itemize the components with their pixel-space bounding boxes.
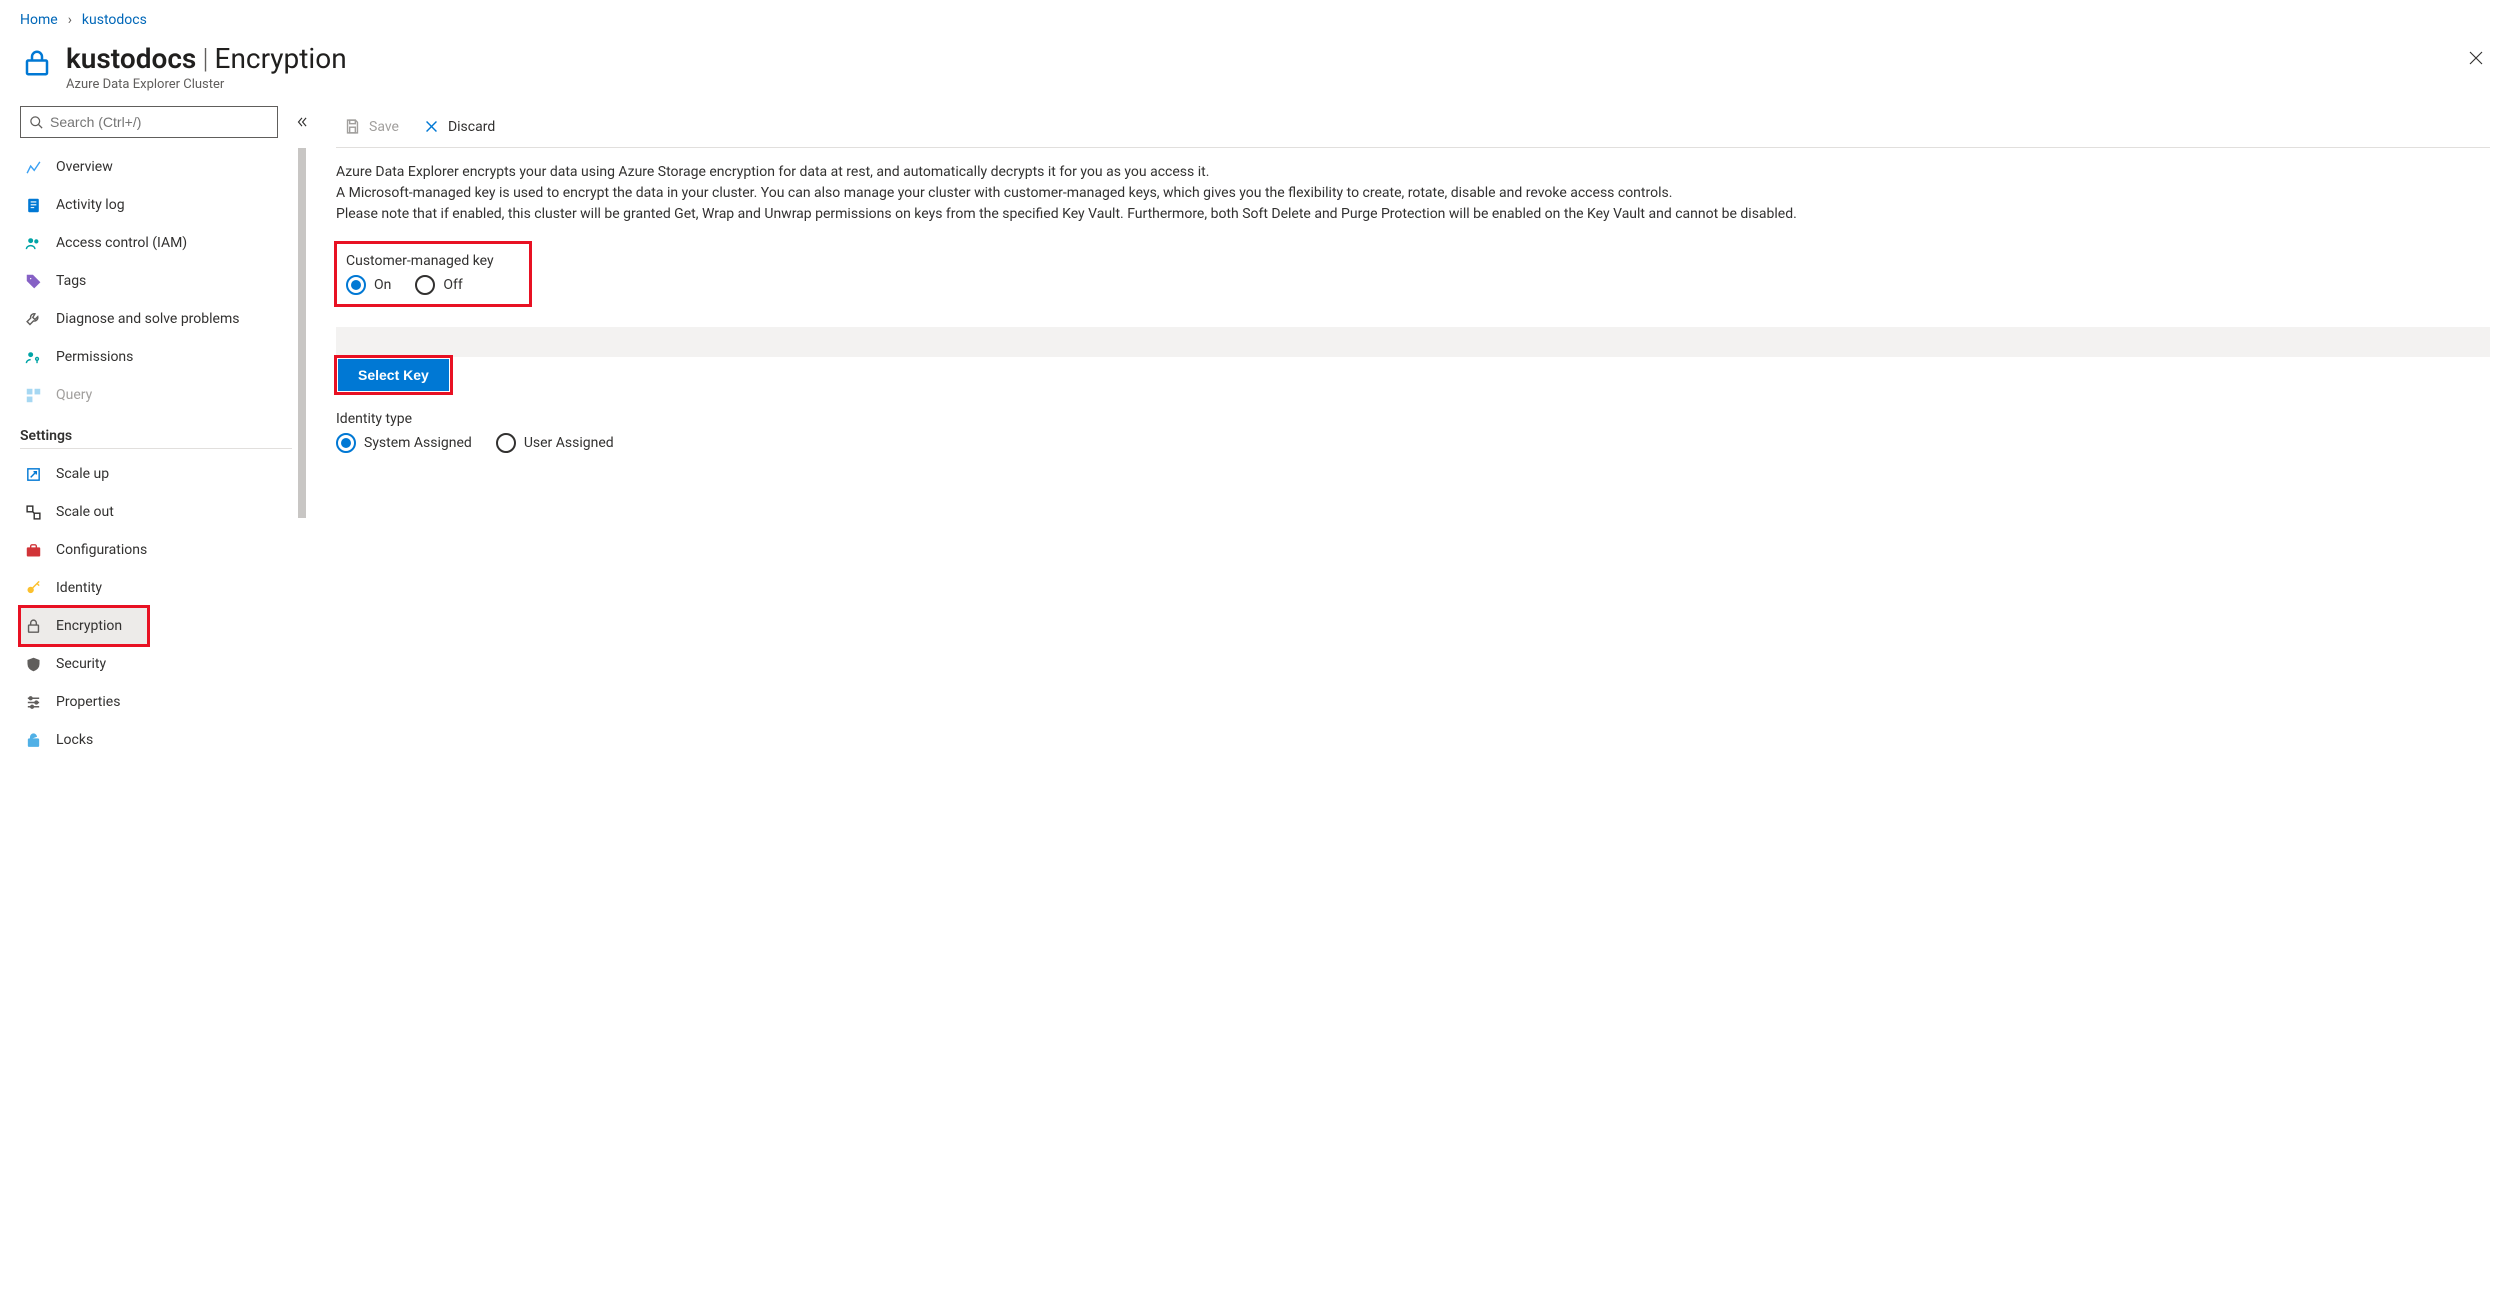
lock-open-icon [24,731,42,749]
sidebar-item-identity[interactable]: Identity [20,569,312,607]
radio-icon [415,275,435,295]
radio-label: Off [443,277,462,293]
description-line: Please note that if enabled, this cluste… [336,204,2490,225]
lock-icon [20,46,54,80]
wrench-icon [24,310,42,328]
sidebar-item-locks[interactable]: Locks [20,721,312,759]
description-line: A Microsoft-managed key is used to encry… [336,183,2490,204]
radio-icon [336,433,356,453]
sidebar-item-label: Security [56,656,106,672]
page-title-section: Encryption [215,42,347,75]
sidebar-item-label: Configurations [56,542,147,558]
search-input[interactable] [50,114,269,130]
cmk-toggle-group: Customer-managed key On Off [336,243,530,305]
scale-out-icon [24,503,42,521]
sidebar-item-overview[interactable]: Overview [20,148,312,186]
sidebar-item-query[interactable]: Query [20,376,312,414]
sidebar-item-label: Activity log [56,197,125,213]
sidebar-item-permissions[interactable]: Permissions [20,338,312,376]
save-icon [344,118,361,135]
sidebar-item-label: Properties [56,694,120,710]
radio-cmk-off[interactable]: Off [415,275,462,295]
radio-cmk-on[interactable]: On [346,275,391,295]
content: Save Discard Azure Data Explorer encrypt… [312,106,2514,759]
page-title: kustodocs|Encryption [66,42,347,75]
placeholder-band [336,327,2490,357]
sidebar-item-scale-out[interactable]: Scale out [20,493,312,531]
divider [20,448,292,449]
radio-label: User Assigned [524,435,614,451]
sliders-icon [24,693,42,711]
shield-icon [24,655,42,673]
chevron-double-left-icon [295,115,309,129]
page-subtitle: Azure Data Explorer Cluster [66,77,347,92]
search-icon [29,115,44,130]
query-icon [24,386,42,404]
sidebar-item-label: Scale out [56,504,114,520]
breadcrumb: Home › kustodocs [0,0,2514,36]
cmk-label: Customer-managed key [346,253,494,269]
search-box[interactable] [20,106,278,138]
sidebar-item-diagnose[interactable]: Diagnose and solve problems [20,300,312,338]
sidebar-item-label: Permissions [56,349,133,365]
radio-icon [346,275,366,295]
sidebar-section-settings: Settings [20,428,312,444]
page-header: kustodocs|Encryption Azure Data Explorer… [0,36,2514,106]
radio-icon [496,433,516,453]
collapse-sidebar-button[interactable] [292,112,312,132]
key-icon [24,579,42,597]
radio-label: On [374,277,391,293]
lock-small-icon [24,617,42,635]
sidebar-item-access-control[interactable]: Access control (IAM) [20,224,312,262]
breadcrumb-home[interactable]: Home [20,12,58,28]
sidebar-item-label: Locks [56,732,93,748]
toolbox-icon [24,541,42,559]
select-key-button[interactable]: Select Key [338,359,449,391]
sidebar-item-tags[interactable]: Tags [20,262,312,300]
scale-up-icon [24,465,42,483]
sidebar-item-scale-up[interactable]: Scale up [20,455,312,493]
chevron-right-icon: › [68,12,72,28]
radio-identity-user[interactable]: User Assigned [496,433,614,453]
page-title-resource: kustodocs [66,42,196,75]
sidebar-item-label: Encryption [56,618,122,634]
sidebar-item-activity-log[interactable]: Activity log [20,186,312,224]
radio-identity-system[interactable]: System Assigned [336,433,472,453]
sidebar-item-configurations[interactable]: Configurations [20,531,312,569]
close-icon [2467,49,2485,67]
sidebar-item-properties[interactable]: Properties [20,683,312,721]
people-icon [24,234,42,252]
close-button[interactable] [2462,44,2490,72]
sidebar-item-security[interactable]: Security [20,645,312,683]
discard-label: Discard [448,119,495,135]
sidebar-item-label: Diagnose and solve problems [56,311,239,327]
sidebar-item-label: Access control (IAM) [56,235,187,251]
book-icon [24,196,42,214]
identity-type-label: Identity type [336,411,2490,427]
sidebar-item-label: Tags [56,273,86,289]
tag-icon [24,272,42,290]
sidebar-item-encryption[interactable]: Encryption [20,607,148,645]
discard-icon [423,118,440,135]
description-line: Azure Data Explorer encrypts your data u… [336,162,2490,183]
discard-button[interactable]: Discard [415,114,503,139]
sidebar: Overview Activity log Access control (IA… [0,106,312,759]
sidebar-item-label: Query [56,387,92,403]
sidebar-item-label: Scale up [56,466,109,482]
sidebar-item-label: Identity [56,580,102,596]
sidebar-item-label: Overview [56,159,113,175]
description: Azure Data Explorer encrypts your data u… [336,162,2490,225]
radio-label: System Assigned [364,435,472,451]
identity-type-group: Identity type System Assigned User Assig… [336,411,2490,453]
save-button: Save [336,114,407,139]
overview-icon [24,158,42,176]
save-label: Save [369,119,399,135]
breadcrumb-resource[interactable]: kustodocs [82,12,147,28]
people-key-icon [24,348,42,366]
command-bar: Save Discard [336,106,2490,148]
